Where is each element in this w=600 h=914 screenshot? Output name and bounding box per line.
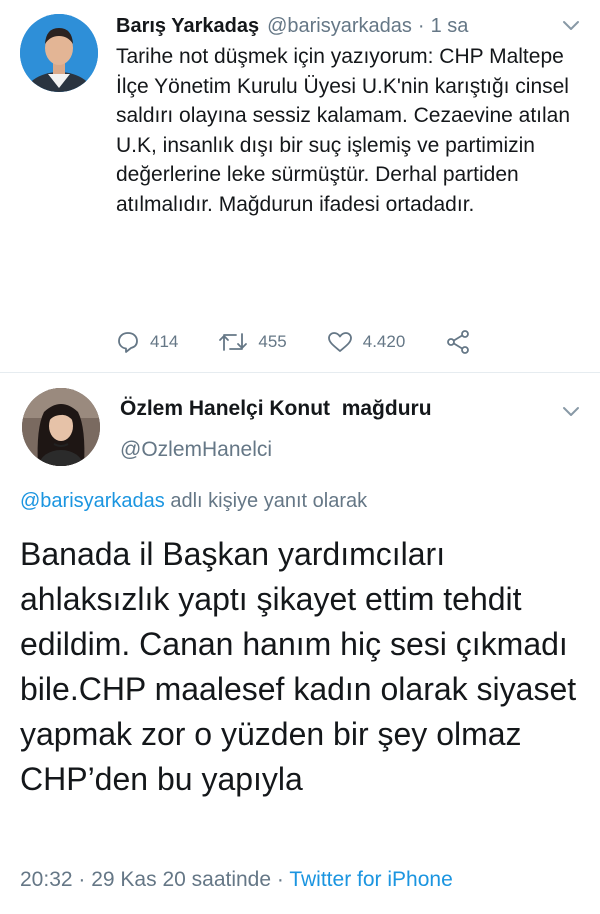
divider bbox=[0, 372, 600, 373]
like-icon bbox=[327, 332, 352, 352]
tweet-card-1: Barış Yarkadaş @barisyarkadas · 1 sa Tar… bbox=[0, 0, 600, 370]
like-count: 4.420 bbox=[362, 332, 406, 351]
share-icon bbox=[447, 330, 470, 354]
tweet-text: Tarihe not düşmek için yazıyorum: CHP Ma… bbox=[116, 45, 571, 216]
reply-button[interactable]: 414 bbox=[116, 330, 178, 354]
author-handle[interactable]: @OzlemHanelci bbox=[120, 438, 272, 462]
tweet-meta: 20:32 · 29 Kas 20 saatinde · Twitter for… bbox=[20, 868, 453, 892]
reply-count: 414 bbox=[150, 332, 179, 351]
separator: · bbox=[72, 868, 92, 891]
author-handle[interactable]: @barisyarkadas bbox=[267, 15, 412, 38]
tweet-header: Barış Yarkadaş @barisyarkadas · 1 sa bbox=[116, 10, 580, 42]
retweet-icon bbox=[219, 333, 248, 351]
retweet-button[interactable]: 455 bbox=[218, 330, 287, 354]
tweet-actions: 414 455 4.420 bbox=[116, 326, 536, 358]
avatar[interactable] bbox=[22, 388, 100, 466]
reply-to-link[interactable]: @barisyarkadas bbox=[20, 490, 165, 512]
reply-to-label: adlı kişiye yanıt olarak bbox=[164, 490, 368, 512]
reply-icon bbox=[118, 332, 138, 353]
separator: · bbox=[417, 14, 425, 37]
chevron-down-icon[interactable] bbox=[560, 400, 582, 422]
tweet-time[interactable]: 20:32 bbox=[20, 868, 73, 891]
client-link[interactable]: Twitter for iPhone bbox=[289, 868, 452, 891]
tweet-time[interactable]: 1 sa bbox=[431, 15, 469, 38]
author-name[interactable]: Özlem Hanelçi Konut mağduru bbox=[120, 397, 432, 421]
like-button[interactable]: 4.420 bbox=[327, 330, 406, 354]
share-button[interactable] bbox=[445, 329, 481, 355]
separator: · bbox=[271, 868, 290, 891]
tweet-text: Banada il Başkan yardımcıları ahlaksızlı… bbox=[20, 536, 577, 797]
chevron-down-icon[interactable] bbox=[560, 14, 582, 36]
author-name[interactable]: Barış Yarkadaş bbox=[116, 15, 259, 38]
reply-context: @barisyarkadas adlı kişiye yanıt olarak bbox=[20, 490, 367, 513]
tweet-date[interactable]: 29 Kas 20 saatinde bbox=[91, 868, 271, 891]
retweet-count: 455 bbox=[258, 332, 287, 351]
avatar[interactable] bbox=[20, 14, 98, 92]
